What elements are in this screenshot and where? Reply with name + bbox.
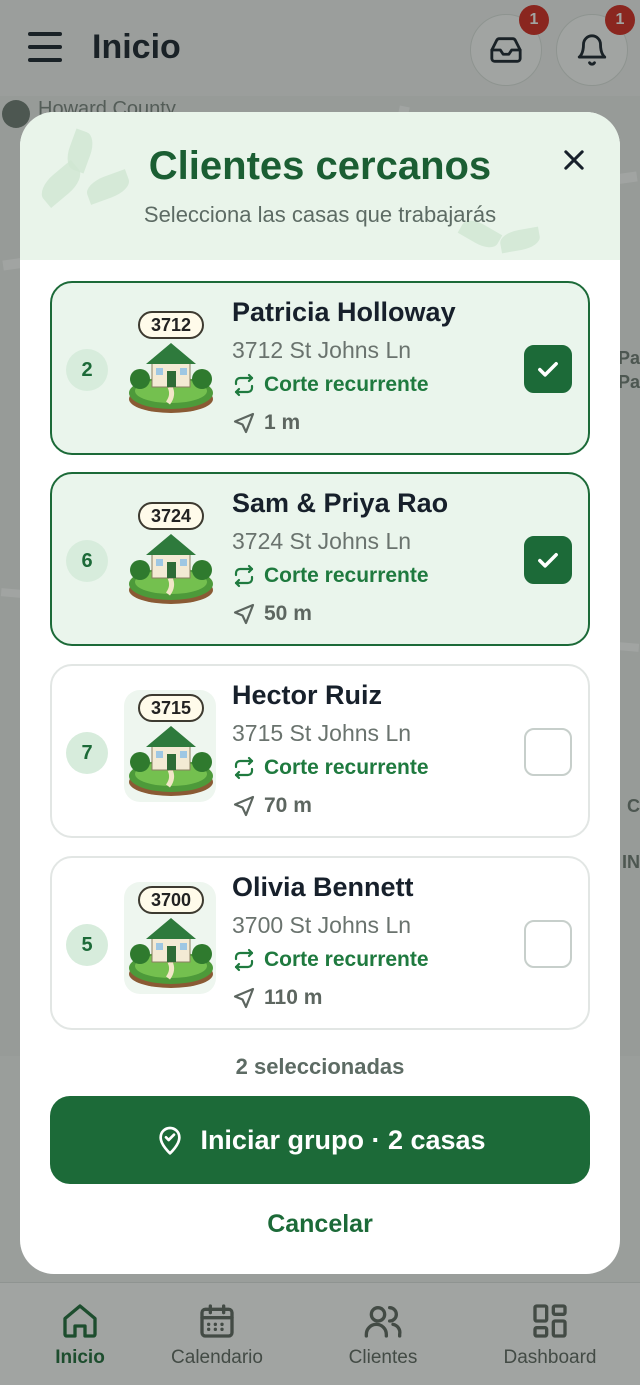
service-label: Corte recurrente (264, 756, 429, 779)
house-number-tag: 3724 (138, 502, 204, 530)
repeat-icon (234, 564, 254, 588)
selected-count: 2 seleccionadas (235, 1054, 405, 1079)
close-button[interactable] (556, 142, 592, 178)
distance-label: 1 m (264, 411, 301, 434)
house-thumbnail: 3712 (124, 307, 216, 419)
select-checkbox[interactable] (524, 345, 572, 393)
distance-row: 50 m (232, 602, 312, 626)
route-order-badge: 6 (66, 540, 108, 582)
client-name: Hector Ruiz (232, 680, 383, 710)
distance-row: 70 m (232, 794, 312, 818)
house-illustration-icon (129, 534, 213, 604)
client-name: Patricia Holloway (232, 297, 456, 327)
client-card[interactable]: 2 3712 Patricia Holloway 3712 St Johns L… (50, 281, 590, 455)
house-thumbnail: 3715 (124, 690, 216, 802)
service-row: Corte recurrente (232, 373, 429, 397)
house-illustration-icon (129, 918, 213, 988)
nearby-clients-modal: Clientes cercanos Selecciona las casas q… (20, 112, 620, 1274)
client-name: Sam & Priya Rao (232, 488, 449, 518)
route-order-badge: 5 (66, 924, 108, 966)
navigation-arrow-icon (233, 987, 255, 1009)
house-illustration-icon (129, 343, 213, 413)
check-icon (538, 362, 558, 377)
modal-title: Clientes cercanos (148, 144, 492, 188)
distance-label: 110 m (264, 986, 323, 1009)
navigation-arrow-icon (233, 795, 255, 817)
modal-subtitle: Selecciona las casas que trabajarás (143, 202, 497, 227)
client-card[interactable]: 7 3715 Hector Ruiz 3715 St Johns Ln Cort… (50, 664, 590, 838)
client-address: 3712 St Johns Ln (232, 337, 412, 363)
start-group-label: Iniciar grupo · 2 casas (200, 1124, 486, 1155)
select-checkbox[interactable] (524, 920, 572, 968)
service-label: Corte recurrente (264, 564, 429, 587)
house-illustration-icon (129, 726, 213, 796)
house-number-tag: 3700 (138, 886, 204, 914)
select-checkbox[interactable] (524, 536, 572, 584)
repeat-icon (234, 756, 254, 780)
distance-row: 1 m (232, 411, 300, 435)
client-address: 3724 St Johns Ln (232, 528, 412, 554)
close-icon (564, 150, 584, 170)
distance-row: 110 m (232, 986, 322, 1010)
modal-header: Clientes cercanos Selecciona las casas q… (20, 112, 620, 260)
house-number-tag: 3715 (138, 694, 204, 722)
client-address: 3700 St Johns Ln (232, 912, 412, 938)
navigation-arrow-icon (233, 412, 255, 434)
client-address: 3715 St Johns Ln (232, 720, 412, 746)
repeat-icon (234, 373, 254, 397)
cancel-button[interactable]: Cancelar (220, 1202, 420, 1246)
distance-label: 50 m (264, 602, 312, 625)
navigation-arrow-icon (233, 603, 255, 625)
route-order-badge: 2 (66, 349, 108, 391)
select-checkbox[interactable] (524, 728, 572, 776)
distance-label: 70 m (264, 794, 312, 817)
service-row: Corte recurrente (232, 564, 429, 588)
route-order-badge: 7 (66, 732, 108, 774)
repeat-icon (234, 948, 254, 972)
service-row: Corte recurrente (232, 756, 429, 780)
service-row: Corte recurrente (232, 948, 429, 972)
house-number-tag: 3712 (138, 311, 204, 339)
leaf-decoration (498, 226, 542, 254)
house-thumbnail: 3700 (124, 882, 216, 994)
map-pin-check-icon (159, 1126, 182, 1155)
check-icon (538, 553, 558, 568)
client-name: Olivia Bennett (232, 872, 414, 902)
start-group-button[interactable]: Iniciar grupo · 2 casas (50, 1096, 590, 1184)
client-card[interactable]: 6 3724 Sam & Priya Rao 3724 St Johns Ln … (50, 472, 590, 646)
house-thumbnail: 3724 (124, 498, 216, 610)
service-label: Corte recurrente (264, 373, 429, 396)
service-label: Corte recurrente (264, 948, 429, 971)
client-card[interactable]: 5 3700 Olivia Bennett 3700 St Johns Ln C… (50, 856, 590, 1030)
